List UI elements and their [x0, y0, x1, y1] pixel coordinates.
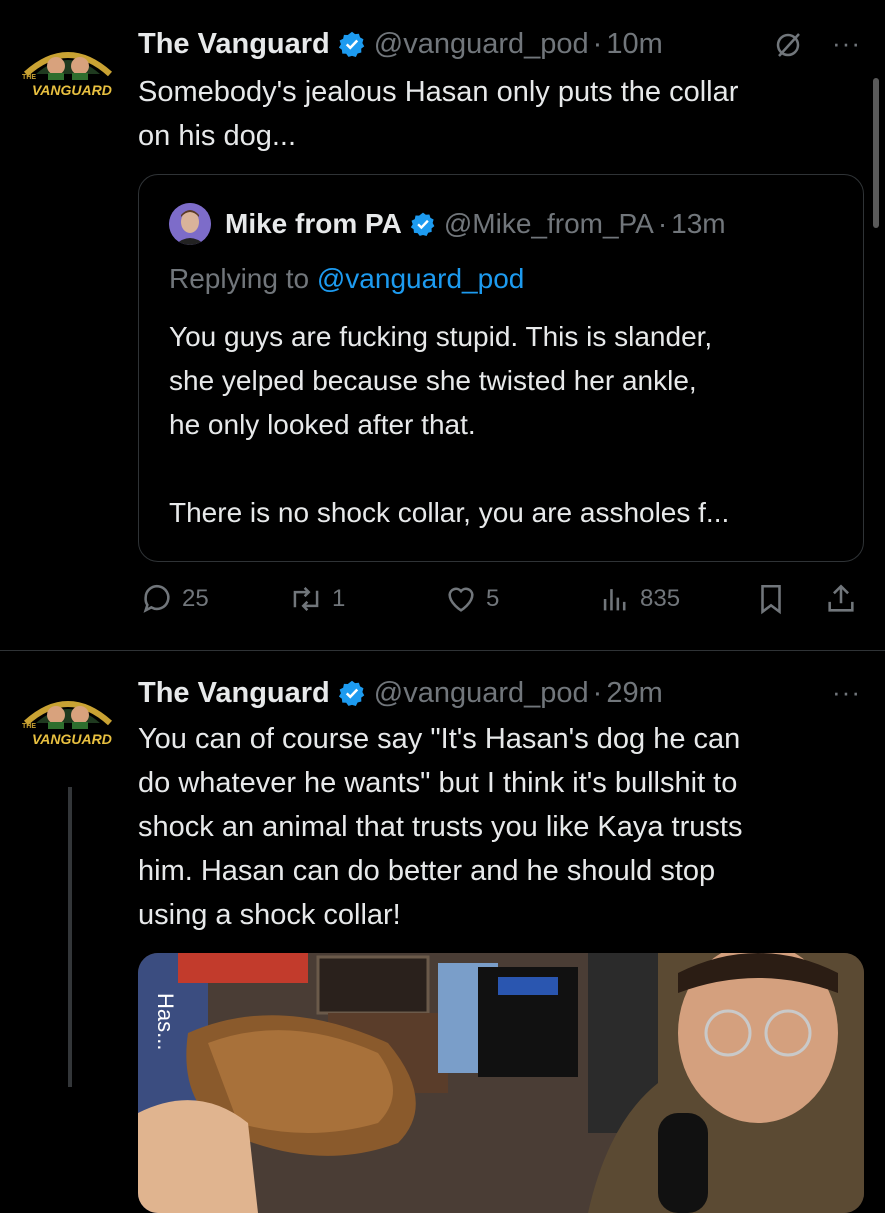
quoted-tweet-text: You guys are fucking stupid. This is sla… — [169, 315, 849, 535]
vanguard-avatar[interactable]: THE VANGUARD — [18, 40, 118, 104]
tweet-text-line: You can of course say "It's Hasan's dog … — [138, 723, 741, 755]
author-name[interactable]: The Vanguard — [138, 677, 330, 710]
separator-dot: · — [592, 27, 603, 60]
media-overlay-text: Has... — [153, 993, 178, 1051]
vanguard-avatar[interactable]: THE VANGUARD — [18, 689, 118, 753]
quoted-text-line: You guys are fucking stupid. This is sla… — [169, 321, 713, 352]
views-icon — [603, 589, 626, 611]
views-button[interactable]: 835 — [598, 582, 680, 616]
quoted-text-line: he only looked after that. — [169, 409, 476, 440]
more-icon[interactable]: ··· — [832, 677, 861, 708]
separator-dot: · — [592, 676, 603, 709]
quoted-timestamp[interactable]: 13m — [671, 208, 725, 240]
quoted-author-handle[interactable]: @Mike_from_PA — [444, 208, 654, 240]
verified-badge-icon — [338, 31, 365, 57]
repost-button[interactable]: 1 — [288, 582, 345, 616]
stream-screenshot-image — [138, 953, 864, 1213]
share-icon — [828, 584, 854, 612]
logo-text: VANGUARD — [32, 82, 112, 98]
quoted-tweet[interactable]: Mike from PA @Mike_from_PA · 13m Replyin… — [138, 174, 864, 562]
tweet-text-line: do whatever he wants" but I think it's b… — [138, 767, 738, 799]
author-handle[interactable]: @vanguard_pod — [374, 677, 589, 710]
tweet-1[interactable]: THE VANGUARD The Vanguard @vanguard_pod … — [0, 0, 885, 650]
repost-count: 1 — [332, 585, 346, 612]
author-handle[interactable]: @vanguard_pod — [374, 28, 589, 61]
logo-small-text: THE — [22, 74, 36, 81]
separator-dot: · — [657, 208, 668, 239]
replying-handle-link[interactable]: @vanguard_pod — [317, 263, 524, 294]
like-count: 5 — [486, 585, 500, 612]
reply-button[interactable]: 25 — [140, 582, 209, 616]
avatar-image-icon — [169, 203, 211, 245]
replying-to: Replying to @vanguard_pod — [169, 263, 524, 295]
more-icon[interactable]: ··· — [832, 28, 861, 59]
tweet-header: The Vanguard @vanguard_pod · 29m — [138, 673, 663, 713]
thread-connector-line — [68, 787, 72, 1087]
tweet-text-line: shock an animal that trusts you like Kay… — [138, 811, 743, 843]
grok-icon[interactable] — [773, 30, 803, 60]
reply-icon — [143, 584, 170, 613]
tweet-header: The Vanguard @vanguard_pod · 10m — [138, 24, 663, 64]
reply-count: 25 — [182, 585, 209, 612]
tweet-text: Somebody's jealous Hasan only puts the c… — [138, 70, 858, 158]
like-icon — [448, 587, 474, 612]
tweet-2[interactable]: THE VANGUARD The Vanguard @vanguard_pod … — [0, 651, 885, 1213]
verified-badge-icon — [338, 680, 365, 706]
action-bar: 25 1 5 835 — [138, 582, 862, 622]
verified-badge-icon — [410, 212, 435, 237]
quoted-text-line: There is no shock collar, you are asshol… — [169, 497, 730, 528]
timestamp[interactable]: 10m — [606, 28, 662, 61]
share-button[interactable] — [824, 582, 866, 616]
quoted-text-line: she yelped because she twisted her ankle… — [169, 365, 697, 396]
replying-prefix: Replying to — [169, 263, 317, 294]
views-count: 835 — [640, 585, 681, 612]
quoted-tweet-header: Mike from PA @Mike_from_PA · 13m — [169, 203, 726, 245]
author-name[interactable]: The Vanguard — [138, 28, 330, 61]
like-button[interactable]: 5 — [444, 582, 499, 616]
tweet-text-line: on his dog... — [138, 120, 296, 152]
quoted-author-avatar[interactable] — [169, 203, 211, 245]
tweet-text-line: Somebody's jealous Hasan only puts the c… — [138, 76, 739, 108]
repost-icon — [293, 587, 319, 611]
tweet-text-line: him. Hasan can do better and he should s… — [138, 855, 716, 887]
timestamp[interactable]: 29m — [606, 677, 662, 710]
bookmark-icon — [761, 584, 781, 615]
tweet-media-image[interactable]: Has... — [138, 953, 864, 1213]
tweet-text-line: using a shock collar! — [138, 899, 401, 931]
logo-small-text: THE — [22, 723, 36, 730]
tweet-text: You can of course say "It's Hasan's dog … — [138, 717, 858, 937]
quoted-author-name[interactable]: Mike from PA — [225, 208, 402, 240]
logo-text: VANGUARD — [32, 731, 112, 747]
bookmark-button[interactable] — [754, 582, 796, 616]
